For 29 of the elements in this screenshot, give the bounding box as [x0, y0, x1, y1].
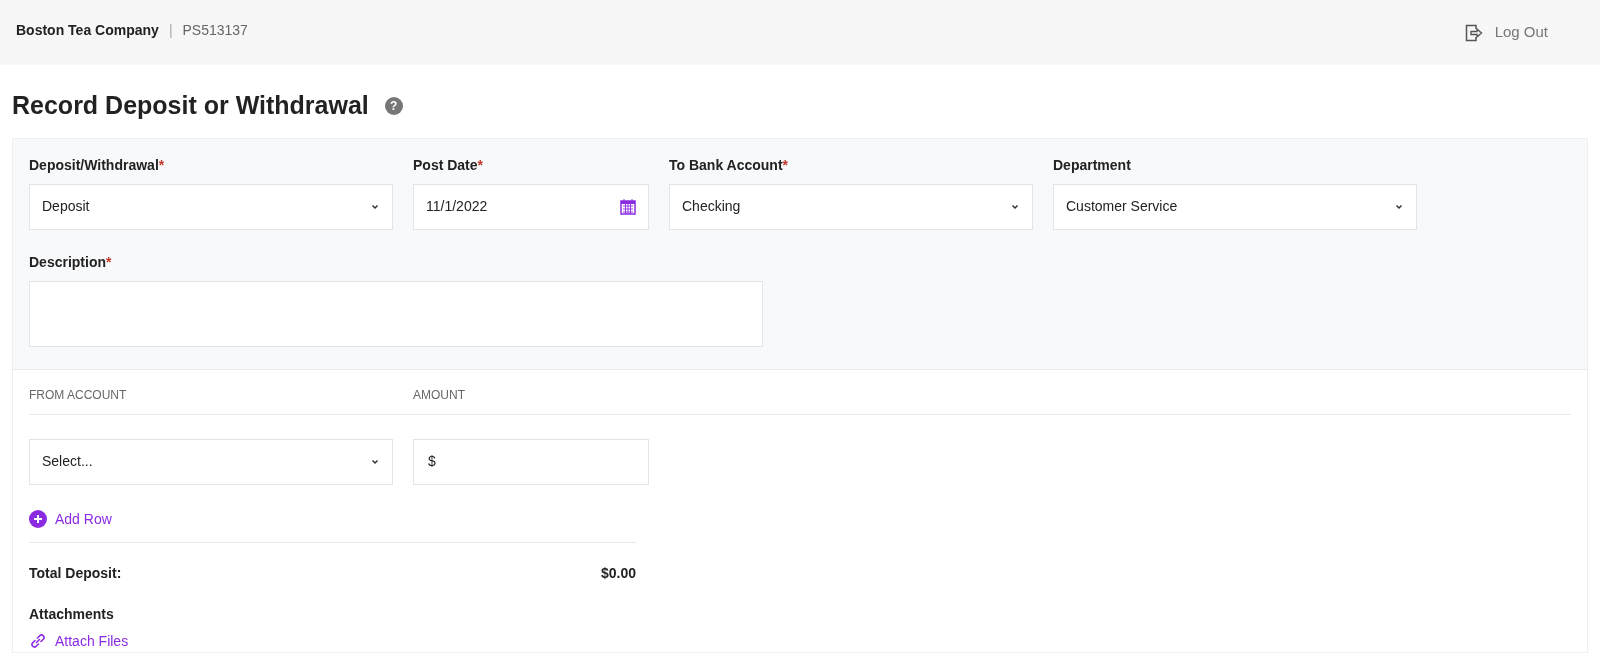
column-header: FROM ACCOUNT [29, 386, 128, 404]
calendar-icon[interactable] [620, 198, 636, 215]
field-label: Post Date* [413, 155, 485, 175]
date-field[interactable]: 11/1/2022 [413, 183, 649, 230]
field-label: To Bank Account* [669, 155, 789, 175]
description-field[interactable] [29, 280, 763, 347]
company-code: PS513137 [182, 21, 248, 40]
account-dropdown[interactable]: Select... [29, 438, 393, 485]
total-label: Total Deposit: [29, 563, 122, 583]
logout-icon [1464, 23, 1485, 42]
separator: | [168, 21, 173, 40]
attach-files-link[interactable]: Attach Files [29, 630, 129, 652]
dropdown-field[interactable]: Customer Service [1053, 183, 1417, 230]
dropdown-field[interactable]: Deposit [29, 183, 393, 230]
field-label: Deposit/Withdrawal* [29, 155, 166, 175]
add-row-link[interactable]: Add Row [29, 508, 112, 542]
company-name: Boston Tea Company [16, 21, 159, 40]
plus-circle-icon [29, 510, 47, 528]
logout-button[interactable]: Log Out [1464, 21, 1548, 44]
help-icon[interactable]: ? [384, 96, 403, 115]
amount-field[interactable]: $ [413, 438, 649, 485]
total-value: $0.00 [600, 563, 636, 583]
dropdown-field[interactable]: Checking [669, 183, 1033, 230]
attachments-label: Attachments [29, 604, 115, 624]
page-title: Record Deposit or Withdrawal [12, 90, 369, 121]
link-icon [29, 632, 47, 650]
field-label: Description* [29, 252, 113, 272]
field-label: Department [1053, 155, 1132, 175]
column-header: AMOUNT [413, 386, 465, 404]
